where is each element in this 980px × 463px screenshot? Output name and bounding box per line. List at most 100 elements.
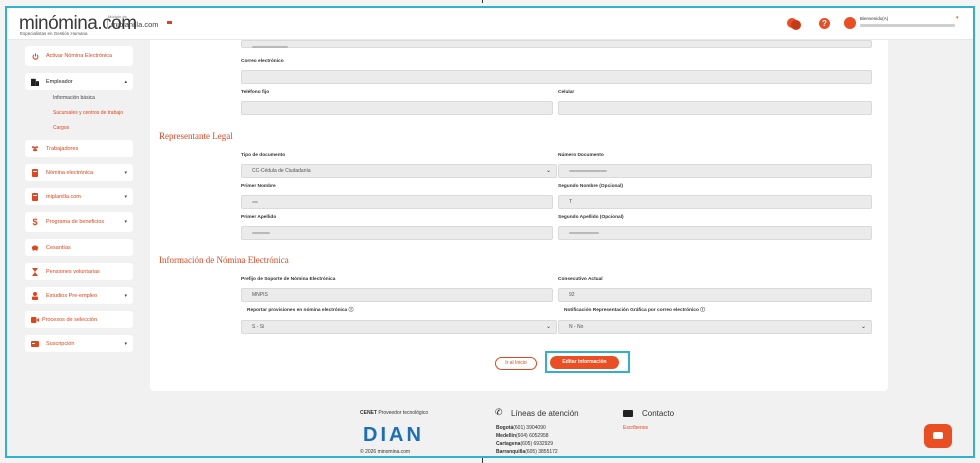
welcome-text: Bienvenido(A) [860,16,889,21]
video-icon [31,316,39,324]
dian-logo: DIAN [363,424,424,446]
product-prefix: Módulo de [108,14,127,19]
power-icon [31,52,39,60]
company-name-redacted [860,24,955,27]
notificacion-label: Notificación Representación Gráfica por … [564,306,705,313]
segundo-apellido-input[interactable] [558,226,872,240]
correo-label: Correo electrónico [241,59,284,64]
provisiones-label-text: Reportar provisiones en nómina electróni… [247,308,348,313]
consecutivo-input[interactable]: 92 [558,288,872,302]
sidebar-item-activar-nomina[interactable]: Activar Nómina Electrónica [25,46,133,66]
tipo-documento-label: Tipo de documento [241,153,286,158]
chevron-down-icon: ▾ [124,169,127,176]
section-title-representante: Representante Legal [159,131,233,141]
primer-nombre-input[interactable] [241,195,553,209]
edit-info-button[interactable]: Editar información [550,356,619,369]
provisiones-value: S - Si [252,324,265,330]
sidebar-item-label: Trabajadores [46,145,79,152]
chat-icon[interactable] [787,17,801,31]
cenet-role: Proveedor tecnológico [378,410,429,416]
phone-line[interactable]: Barranquilla(605) 3855172 [496,448,558,456]
phone-line[interactable]: Bogotá(601) 3904090 [496,424,558,432]
sidebar-item-label: Programa de beneficios [46,219,105,225]
cenet-credit: CENET Proveedor tecnológico [360,410,428,416]
phone-line[interactable]: Cartagena(605) 6932929 [496,440,558,448]
sidebar-item-label: Procesos de selección [42,316,98,323]
provisiones-select[interactable]: S - Si ⌄ [241,320,557,334]
tipo-documento-value: CC-Cédula de Ciudadanía [252,168,311,174]
mail-icon [623,410,633,417]
sidebar-item-cesantias[interactable]: Cesantías [25,239,133,256]
numero-documento-input[interactable] [558,164,872,178]
telefono-input[interactable] [241,101,553,115]
main-form-card: Correo electrónico Teléfono fijo Celular… [150,40,888,391]
chevron-down-icon: ⌄ [860,324,866,330]
chevron-down-icon: ▾ [124,193,127,200]
phone-icon: ✆ [495,407,503,417]
submenu-cargos[interactable]: Cargos [53,125,135,131]
phone-line[interactable]: Medellín(604) 6052958 [496,432,558,440]
back-home-button[interactable]: Ir al Inicio [495,357,537,370]
chat-icon [933,432,943,439]
notificacion-value: N - No [569,324,584,330]
nit-field[interactable] [241,40,872,48]
primer-apellido-input[interactable] [241,226,553,240]
product-name[interactable]: miplanilla.com [107,20,159,29]
document-icon [31,168,39,177]
sidebar-item-trabajadores[interactable]: Trabajadores [25,140,133,157]
telefono-label: Teléfono fijo [241,90,270,95]
sidebar-item-suscripcion[interactable]: Suscripción ▾ [25,335,133,352]
primer-nombre-label: Primer Nombre [241,184,276,189]
chevron-down-icon: ▾ [124,340,127,347]
escribenos-link[interactable]: Escríbenos [623,425,648,431]
sidebar-item-label: Estudios Pre-empleo [46,292,98,299]
sidebar-item-procesos[interactable]: Procesos de selección [25,311,133,328]
sidebar-item-estudios[interactable]: Estudios Pre-empleo ▾ [25,287,133,304]
numero-documento-label: Número Documento [558,153,604,158]
section-title-nomina-electronica: Información de Nómina Electrónica [159,255,289,265]
sidebar-item-label: Activar Nómina Electrónica [46,53,113,59]
chevron-down-icon: ⌄ [545,324,551,330]
mouse-cursor [482,0,486,3]
top-header: minómina.com Especialistas en Gestión Hu… [7,8,973,40]
celular-input[interactable] [558,101,872,115]
sidebar-item-miplanilla[interactable]: miplanilla.com ▾ [25,188,133,205]
provisiones-label: Reportar provisiones en nómina electróni… [247,306,353,313]
consecutivo-label: Consecutivo Actual [558,277,603,282]
info-icon[interactable]: ⓘ [700,308,705,313]
chevron-up-icon: ▴ [124,78,127,85]
piggy-bank-icon [31,244,39,252]
sidebar-item-label: miplanilla.com [46,193,81,200]
prefijo-input[interactable]: MNPIS [241,288,553,302]
building-icon [31,78,39,86]
info-icon[interactable]: ⓘ [349,308,354,313]
mouse-cursor-bottom [482,458,486,463]
sidebar-item-pensiones[interactable]: Pensiones voluntarias [25,263,133,280]
celular-label: Celular [558,90,575,95]
sidebar-item-empleador[interactable]: Empleador ▴ [25,73,133,90]
sidebar-item-label: Suscripción [46,340,75,347]
chevron-down-icon[interactable]: ▾ [956,15,959,21]
footer: CENET Proveedor tecnológico DIAN © 2026 … [7,398,973,456]
chevron-down-icon: ⌄ [545,168,551,174]
user-avatar-icon[interactable] [844,17,856,29]
tipo-documento-select[interactable]: CC-Cédula de Ciudadanía ⌄ [241,164,557,178]
sidebar-item-programa-beneficios[interactable]: $ Programa de beneficios ▾ [25,212,133,232]
notificacion-label-text: Notificación Representación Gráfica por … [564,308,699,313]
submenu-informacion-basica[interactable]: Información básica [53,95,135,101]
chat-widget-button[interactable] [924,424,952,448]
sidebar-item-label: Cesantías [46,244,71,251]
copyright: © 2026 minomina.com [360,449,411,455]
card-icon [31,340,39,348]
sidebar-item-nomina-electronica[interactable]: Nómina electrónica ▾ [25,164,133,181]
lineas-title: Líneas de atención [511,409,579,418]
notificacion-select[interactable]: N - No ⌄ [558,320,872,334]
help-icon[interactable]: ? [819,18,830,29]
sidebar-item-label: Empleador [46,78,73,85]
submenu-sucursales[interactable]: Sucursales y centros de trabajo [53,110,135,116]
segundo-apellido-label: Segundo Apellido (Opcional) [558,215,624,220]
correo-input[interactable] [241,70,872,84]
cenet-name: CENET [360,410,377,416]
phone-list: Bogotá(601) 3904090 Medellín(604) 605295… [496,424,558,456]
segundo-nombre-input[interactable]: T [558,195,872,209]
